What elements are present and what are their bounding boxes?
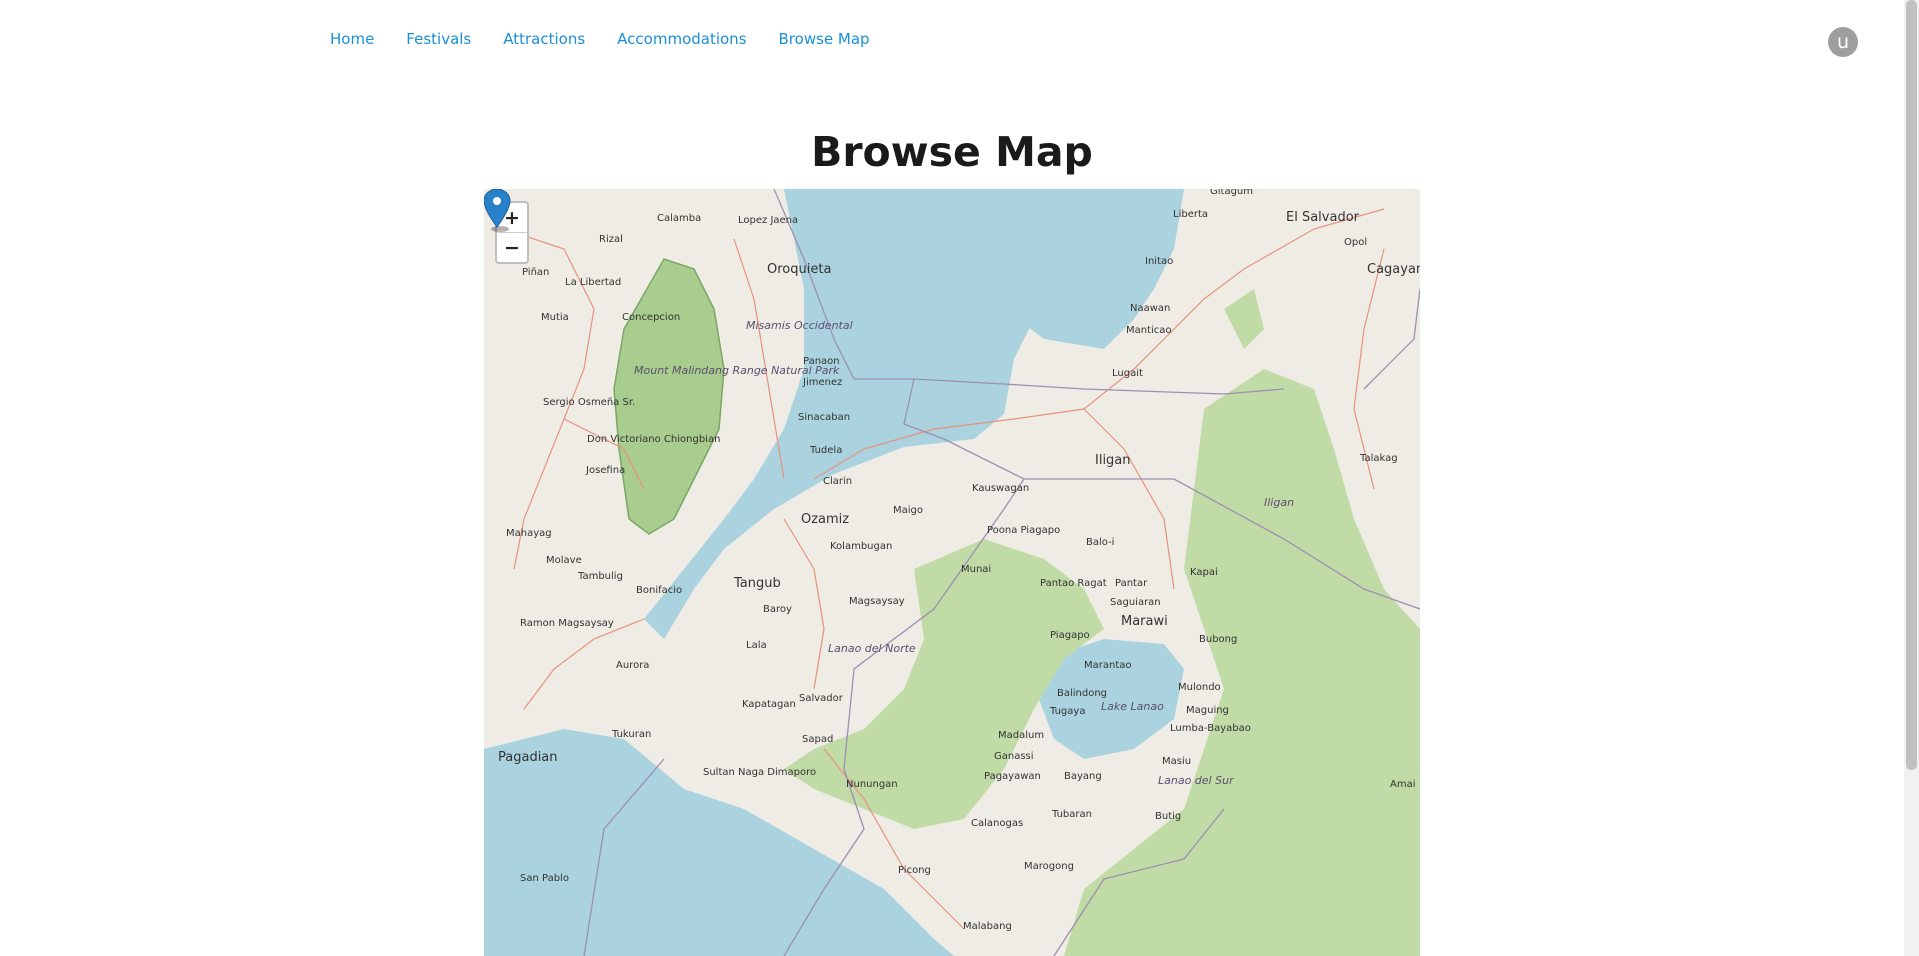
map-label-small: Sinacaban [798, 412, 850, 423]
map-label-small: Concepcion [622, 312, 680, 323]
map-label-small: Mulondo [1178, 682, 1221, 693]
nav-home-link[interactable]: Home [330, 30, 374, 48]
map-label-small: Don Victoriano Chiongbian [587, 434, 720, 445]
map-label-small: Balo-i [1086, 537, 1114, 548]
map-label-small: Kapatagan [742, 699, 796, 710]
map-label-small: Picong [898, 865, 931, 876]
map-label-small: Magsaysay [849, 596, 905, 607]
map-label-small: Sapad [802, 734, 833, 745]
map-label-small: Mahayag [506, 528, 552, 539]
map-label-small: Bubong [1199, 634, 1237, 645]
map-label-small: Talakag [1359, 453, 1398, 464]
map-label-small: Opol [1344, 237, 1367, 248]
map-label-small: Kauswagan [972, 483, 1029, 494]
map-label-small: Balindong [1057, 688, 1107, 699]
map-label-small: Kapai [1190, 567, 1218, 578]
map-label-small: Masiu [1162, 756, 1191, 767]
map-label-small: Mutia [541, 312, 569, 323]
map-label-small: Amai [1390, 779, 1416, 790]
map-label-small: Tudela [809, 445, 842, 456]
nav-browse-map-link[interactable]: Browse Map [779, 30, 870, 48]
map-label-small: Tambulig [577, 571, 623, 582]
map-label-small: Munai [961, 564, 991, 575]
map-label-small: Poona Piagapo [987, 525, 1060, 536]
map-label-region: Misamis Occidental [746, 319, 853, 332]
map-label-small: Aurora [616, 660, 649, 671]
map-label-small: Ganassi [994, 751, 1034, 762]
map-label-small: Bonifacio [636, 585, 682, 596]
forest-small [1224, 289, 1264, 349]
map-label-small: Clarin [823, 476, 852, 487]
map-label-small: Gitagum [1210, 189, 1253, 197]
map-label-cagayan: Cagayan de Oro [1367, 262, 1420, 277]
map-label-small: Baroy [763, 604, 792, 615]
map-label-small: San Pablo [520, 873, 569, 884]
map-label-small: Naawan [1130, 303, 1170, 314]
map-label-small: Pagayawan [984, 771, 1041, 782]
map-label-small: Molave [546, 555, 582, 566]
map-label-small: Calanogas [971, 818, 1023, 829]
nav-attractions-link[interactable]: Attractions [503, 30, 585, 48]
map-label-small: Salvador [799, 693, 844, 704]
map-label-small: Madalum [998, 730, 1044, 741]
map-label-region: Mount Malindang Range Natural Park [634, 364, 840, 377]
map-label-small: Tugaya [1049, 706, 1085, 717]
scrollbar-thumb[interactable] [1906, 0, 1917, 770]
map-label-small: Marantao [1084, 660, 1132, 671]
map-label-small: Piñan [522, 267, 549, 278]
map-label-small: Lumba-Bayabao [1170, 723, 1251, 734]
map-label-small: Nunungan [846, 779, 898, 790]
map-label-ozamiz: Ozamiz [801, 512, 849, 527]
map-label-small: Tubaran [1051, 809, 1092, 820]
map-label-small: Maigo [893, 505, 923, 516]
map-marker-icon[interactable] [484, 189, 514, 233]
map-label-small: Kolambugan [830, 541, 892, 552]
map-label-small: Initao [1145, 256, 1173, 267]
page-scrollbar[interactable] [1904, 0, 1919, 956]
map-label-small: Pantar [1115, 578, 1148, 589]
map-label-region: Lanao del Sur [1158, 774, 1235, 787]
map-label-small: La Libertad [565, 277, 621, 288]
map-label-small: Maguing [1186, 705, 1229, 716]
map-label-region: Iligan [1264, 496, 1294, 509]
map-label-small: Pantao Ragat [1040, 578, 1107, 589]
map-label-small: Tukuran [611, 729, 651, 740]
map-label-small: Lugait [1112, 368, 1143, 379]
map-label-oroquieta: Oroquieta [767, 262, 831, 277]
map-label-small: Piagapo [1050, 630, 1090, 641]
map-label-small: Lopez Jaena [738, 215, 798, 226]
map-label-marawi: Marawi [1121, 614, 1168, 629]
map-label-small: Jimenez [802, 377, 842, 388]
map-label-small: Rizal [599, 234, 623, 245]
user-avatar[interactable]: u [1828, 27, 1858, 57]
map-label-small: Ramon Magsaysay [520, 618, 614, 629]
map-label-region: Lake Lanao [1101, 700, 1164, 713]
map-label-small: Josefina [585, 465, 625, 476]
map-label-el-salvador: El Salvador [1286, 210, 1360, 225]
map-label-iligan: Iligan [1095, 453, 1131, 468]
map-label-small: Marogong [1024, 861, 1074, 872]
nav-accommodations-link[interactable]: Accommodations [617, 30, 746, 48]
map-label-small: Manticao [1126, 325, 1172, 336]
map-label-small: Sultan Naga Dimaporo [703, 767, 816, 778]
nav-festivals-link[interactable]: Festivals [406, 30, 471, 48]
map-label-small: Butig [1155, 811, 1181, 822]
map-label-small: Malabang [963, 921, 1012, 932]
main-nav: Home Festivals Attractions Accommodation… [330, 30, 902, 48]
map-label-tangub: Tangub [733, 576, 781, 591]
map-label-region: Lanao del Norte [828, 642, 916, 655]
map-label-small: Liberta [1173, 209, 1208, 220]
map-label-pagadian: Pagadian [498, 750, 558, 765]
map-tiles: Oroquieta Ozamiz Tangub Iligan Marawi Pa… [484, 189, 1420, 956]
zoom-out-button[interactable]: − [497, 232, 527, 262]
map-label-small: Calamba [657, 213, 701, 224]
map-label-small: Saguiaran [1110, 597, 1161, 608]
map-label-small: Sergio Osmeña Sr. [543, 397, 635, 408]
map-label-small: Bayang [1064, 771, 1102, 782]
page-title: Browse Map [811, 128, 1093, 176]
map-label-small: Lala [746, 640, 767, 651]
map-view[interactable]: Oroquieta Ozamiz Tangub Iligan Marawi Pa… [484, 189, 1420, 956]
